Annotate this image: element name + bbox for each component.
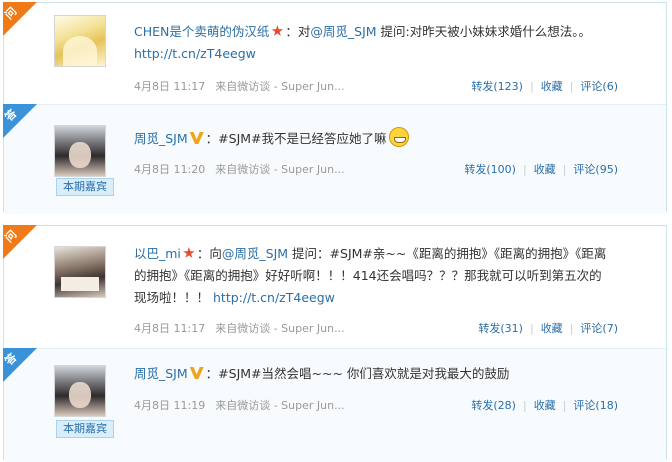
- post-time-link[interactable]: 4月8日 11:17: [134, 322, 205, 335]
- separator: |: [529, 80, 534, 93]
- post-time-link[interactable]: 4月8日 11:20: [134, 163, 205, 176]
- comment-button[interactable]: 评论(95): [573, 163, 618, 176]
- mention-link[interactable]: @周觅_SJM: [222, 246, 288, 261]
- comment-button[interactable]: 评论(7): [580, 322, 618, 335]
- qa-card: 问 CHEN是个卖萌的伪汉纸 ：对@周觅_SJM 提问:对昨天被小妹妹求婚什么想法…: [2, 2, 667, 214]
- separator: |: [562, 163, 567, 176]
- repost-button[interactable]: 转发(100): [464, 163, 516, 176]
- verified-v-icon: [189, 367, 204, 379]
- verified-v-icon: [189, 132, 204, 144]
- star-badge-icon: [183, 247, 195, 258]
- username-link[interactable]: CHEN是个卖萌的伪汉纸: [134, 24, 269, 39]
- post-text: 周觅_SJM ：#SJM#当然会唱~~~ 你们喜欢就是对我最大的鼓励: [134, 366, 510, 381]
- separator: |: [522, 399, 527, 412]
- repost-button[interactable]: 转发(31): [478, 322, 523, 335]
- qa-card: 问 以巴_mi ：向@周觅_SJM 提问：#SJM#亲~~《距离的拥抱》《距离的拥…: [2, 225, 667, 462]
- post-meta: 4月8日 11:17 来自微访谈 - Super Jun... 转发(123) | 收…: [134, 78, 618, 94]
- repost-button[interactable]: 转发(123): [471, 80, 523, 93]
- post-meta: 4月8日 11:20 来自微访谈 - Super Jun... 转发(100) | 收…: [134, 161, 618, 177]
- post-actions: 转发(123) | 收藏 | 评论(6): [471, 78, 618, 94]
- post-source[interactable]: 来自微访谈 - Super Jun...: [215, 399, 344, 412]
- question-post: 问 CHEN是个卖萌的伪汉纸 ：对@周觅_SJM 提问:对昨天被小妹妹求婚什么想法…: [2, 2, 666, 104]
- separator: |: [522, 163, 527, 176]
- short-url-link[interactable]: http://t.cn/zT4eegw: [134, 46, 256, 61]
- post-source[interactable]: 来自微访谈 - Super Jun...: [215, 80, 344, 93]
- guest-badge: 本期嘉宾: [56, 178, 114, 196]
- avatar[interactable]: [54, 15, 106, 67]
- avatar[interactable]: [54, 365, 106, 417]
- mention-link[interactable]: @周觅_SJM: [310, 24, 376, 39]
- post-actions: 转发(31) | 收藏 | 评论(7): [478, 320, 618, 336]
- grin-emoji-icon: [388, 127, 409, 147]
- favorite-button[interactable]: 收藏: [541, 322, 563, 335]
- post-source[interactable]: 来自微访谈 - Super Jun...: [215, 322, 344, 335]
- post-time-link[interactable]: 4月8日 11:19: [134, 399, 205, 412]
- username-link[interactable]: 周觅_SJM: [134, 131, 188, 146]
- post-text: 以巴_mi ：向@周觅_SJM 提问：#SJM#亲~~《距离的拥抱》《距离的拥抱》…: [134, 246, 607, 305]
- repost-button[interactable]: 转发(28): [471, 399, 516, 412]
- short-url-link[interactable]: http://t.cn/zT4eegw: [213, 290, 335, 305]
- separator: |: [569, 80, 574, 93]
- answer-post: 答 本期嘉宾 周觅_SJM ：#SJM#我不是已经答应她了嘛 4月8日 11:20…: [2, 104, 666, 214]
- avatar[interactable]: [54, 246, 106, 298]
- post-actions: 转发(28) | 收藏 | 评论(18): [471, 397, 618, 413]
- post-meta: 4月8日 11:19 来自微访谈 - Super Jun... 转发(28) | 收藏…: [134, 397, 618, 413]
- post-time-link[interactable]: 4月8日 11:17: [134, 80, 205, 93]
- username-link[interactable]: 周觅_SJM: [134, 366, 188, 381]
- separator: |: [569, 322, 574, 335]
- question-post: 问 以巴_mi ：向@周觅_SJM 提问：#SJM#亲~~《距离的拥抱》《距离的拥…: [2, 225, 666, 348]
- guest-badge: 本期嘉宾: [56, 420, 114, 438]
- comment-button[interactable]: 评论(6): [580, 80, 618, 93]
- post-text: CHEN是个卖萌的伪汉纸 ：对@周觅_SJM 提问:对昨天被小妹妹求婚什么想法。。…: [134, 24, 591, 61]
- separator: |: [562, 399, 567, 412]
- username-link[interactable]: 以巴_mi: [134, 246, 181, 261]
- favorite-button[interactable]: 收藏: [534, 163, 556, 176]
- answer-post: 答 本期嘉宾 周觅_SJM ：#SJM#当然会唱~~~ 你们喜欢就是对我最大的鼓励…: [2, 348, 666, 462]
- comment-button[interactable]: 评论(18): [573, 399, 618, 412]
- post-source[interactable]: 来自微访谈 - Super Jun...: [215, 163, 344, 176]
- favorite-button[interactable]: 收藏: [534, 399, 556, 412]
- post-actions: 转发(100) | 收藏 | 评论(95): [464, 161, 618, 177]
- star-badge-icon: [271, 25, 284, 36]
- separator: |: [529, 322, 534, 335]
- favorite-button[interactable]: 收藏: [541, 80, 563, 93]
- avatar[interactable]: [54, 125, 106, 177]
- post-text: 周觅_SJM ：#SJM#我不是已经答应她了嘛: [134, 127, 614, 150]
- post-meta: 4月8日 11:17 来自微访谈 - Super Jun... 转发(31) | 收藏…: [134, 320, 618, 336]
